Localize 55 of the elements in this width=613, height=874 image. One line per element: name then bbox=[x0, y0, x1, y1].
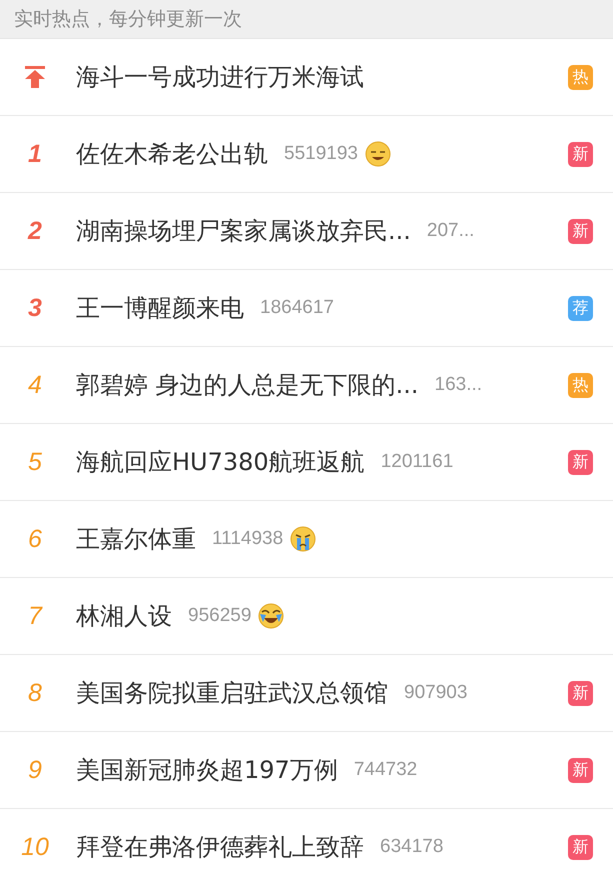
topic-title: 拜登在弗洛伊德葬礼上致辞 bbox=[76, 832, 364, 863]
laughing-emoji-icon bbox=[257, 602, 286, 630]
topic-title: 郭碧婷 身边的人总是无下限的... bbox=[76, 370, 419, 401]
hot-topic-row[interactable]: 5 海航回应HU7380航班返航 1201161 新 bbox=[0, 424, 613, 501]
hot-topic-row[interactable]: 3 王一博醒颜来电 1864617 荐 bbox=[0, 270, 613, 347]
rank-number: 4 bbox=[28, 370, 42, 400]
view-count: 207... bbox=[426, 220, 474, 242]
rank-number: 6 bbox=[28, 524, 42, 554]
topic-title: 海斗一号成功进行万米海试 bbox=[76, 62, 364, 93]
hot-topic-row[interactable]: 10 拜登在弗洛伊德葬礼上致辞 634178 新 bbox=[0, 809, 613, 874]
topic-title: 湖南操场埋尸案家属谈放弃民... bbox=[76, 216, 411, 247]
topic-title: 王嘉尔体重 bbox=[76, 524, 196, 555]
topic-tag: 新 bbox=[568, 680, 593, 706]
rank-number: 2 bbox=[28, 216, 42, 246]
hot-topic-row[interactable]: 7 林湘人设 956259 bbox=[0, 578, 613, 655]
rank-number: 1 bbox=[28, 140, 42, 168]
view-count: 5519193 bbox=[284, 143, 358, 165]
topic-tag: 新 bbox=[568, 450, 593, 474]
view-count: 744732 bbox=[354, 759, 418, 781]
topic-tag: 新 bbox=[568, 218, 593, 244]
topic-title: 王一博醒颜来电 bbox=[76, 293, 244, 324]
rank-number: 10 bbox=[21, 832, 49, 862]
topic-tag: 热 bbox=[568, 372, 593, 398]
hot-topic-row[interactable]: 6 王嘉尔体重 1114938 bbox=[0, 501, 613, 578]
rank-number: 8 bbox=[28, 678, 42, 708]
view-count: 163... bbox=[434, 374, 482, 396]
rank-number: 3 bbox=[28, 294, 42, 322]
view-count: 1864617 bbox=[260, 297, 334, 319]
view-count: 956259 bbox=[188, 605, 252, 627]
topic-title: 美国务院拟重启驻武汉总领馆 bbox=[76, 678, 388, 709]
hot-topic-row[interactable]: 2 湖南操场埋尸案家属谈放弃民... 207... 新 bbox=[0, 193, 613, 270]
topic-title: 美国新冠肺炎超197万例 bbox=[76, 755, 338, 786]
hot-topic-row[interactable]: 9 美国新冠肺炎超197万例 744732 新 bbox=[0, 732, 613, 809]
rank-number: 5 bbox=[28, 448, 42, 476]
view-count: 634178 bbox=[380, 836, 444, 858]
topic-tag: 新 bbox=[568, 834, 593, 860]
hot-topic-row[interactable]: 4 郭碧婷 身边的人总是无下限的... 163... 热 bbox=[0, 347, 613, 424]
topic-title: 佐佐木希老公出轨 bbox=[76, 139, 268, 170]
topic-title: 海航回应HU7380航班返航 bbox=[76, 447, 365, 478]
sleepy-emoji-icon bbox=[364, 140, 392, 168]
header-text: 实时热点，每分钟更新一次 bbox=[14, 7, 242, 32]
crying-emoji-icon bbox=[289, 525, 318, 553]
view-count: 907903 bbox=[404, 682, 468, 704]
topic-title: 林湘人设 bbox=[76, 601, 172, 632]
view-count: 1201161 bbox=[380, 451, 454, 473]
topic-tag: 热 bbox=[568, 64, 593, 90]
hot-topic-row[interactable]: 1 佐佐木希老公出轨 5519193 新 bbox=[0, 116, 613, 193]
rank-number: 9 bbox=[28, 756, 42, 784]
topic-tag: 新 bbox=[568, 142, 593, 166]
hot-topic-row[interactable]: 海斗一号成功进行万米海试 热 bbox=[0, 39, 613, 116]
topic-tag: 新 bbox=[568, 758, 593, 782]
topic-tag: 荐 bbox=[568, 296, 593, 320]
rank-number: 7 bbox=[28, 602, 42, 630]
hot-topic-row[interactable]: 8 美国务院拟重启驻武汉总领馆 907903 新 bbox=[0, 655, 613, 732]
view-count: 1114938 bbox=[212, 528, 284, 550]
